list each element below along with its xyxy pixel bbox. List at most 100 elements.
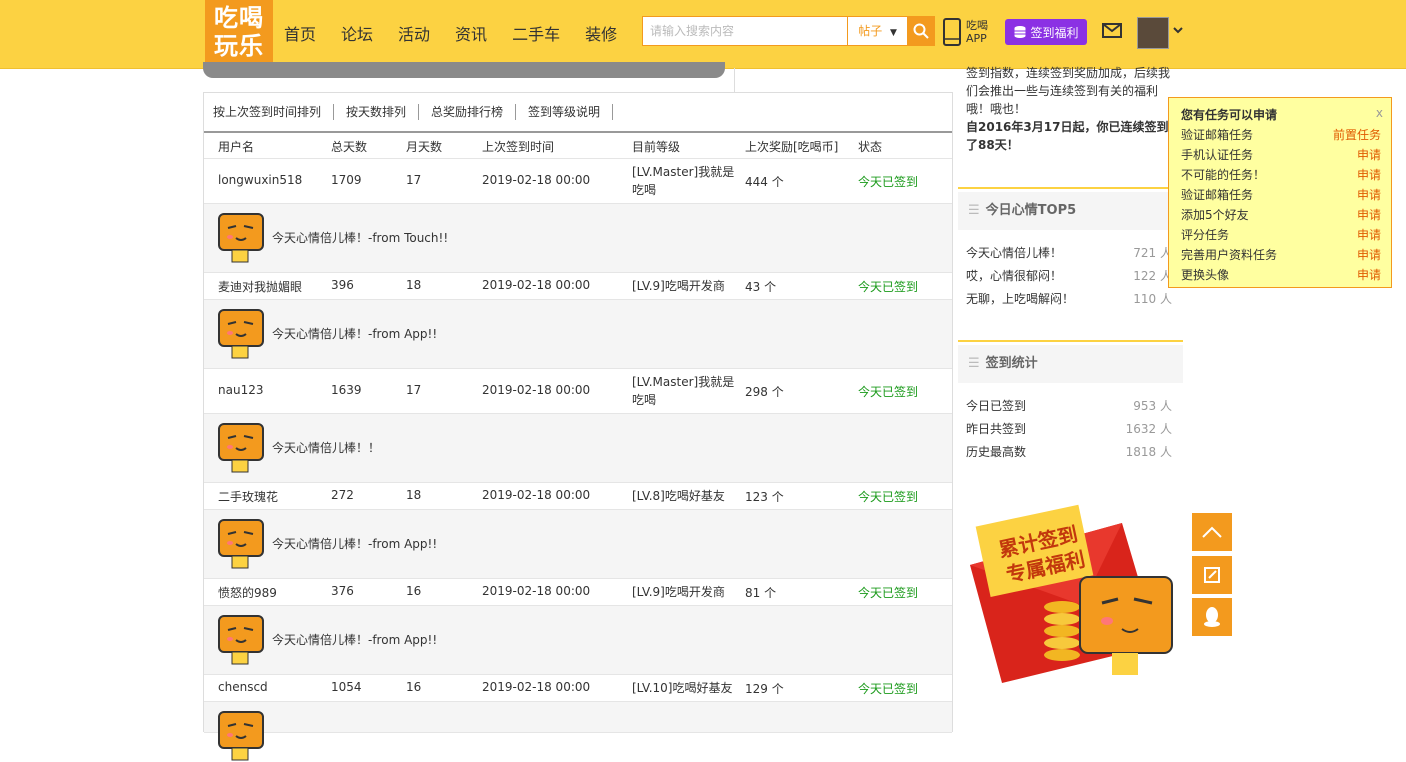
mood-top5-value: 110 人 xyxy=(1133,292,1172,306)
sign-welfare-promo[interactable]: 累计签到 专属福利 xyxy=(962,495,1184,685)
sign-welfare-button[interactable]: 签到福利 xyxy=(1005,19,1087,45)
task-apply-link[interactable]: 申请 xyxy=(1357,246,1381,263)
qq-icon xyxy=(1204,607,1220,627)
nav-activity[interactable]: 活动 xyxy=(398,21,430,45)
task-apply-link[interactable]: 申请 xyxy=(1357,226,1381,243)
table-row: chenscd 1054 16 2019-02-18 00:00 [LV.10]吃喝好基… xyxy=(204,675,952,702)
user-avatar[interactable] xyxy=(1137,17,1169,49)
site-header: 吃喝 玩乐 首页 论坛 活动 资讯 二手车 装修 请输入搜索内容 帖子 ▼ 吃喝… xyxy=(0,0,1406,69)
cell-username[interactable]: chenscd xyxy=(218,680,268,694)
divider xyxy=(734,68,735,92)
task-name[interactable]: 更换头像 xyxy=(1181,268,1229,282)
cell-month-days: 16 xyxy=(406,584,422,598)
table-row: longwuxin518 1709 17 2019-02-18 00:00 [LV.Ma… xyxy=(204,159,952,204)
logo-line2: 玩乐 xyxy=(214,32,264,60)
task-name[interactable]: 评分任务 xyxy=(1181,228,1229,242)
site-logo[interactable]: 吃喝 玩乐 xyxy=(205,0,273,66)
cell-status: 今天已签到 xyxy=(858,385,919,399)
task-item: 验证邮箱任务 申请 xyxy=(1181,186,1381,203)
search-scope-select[interactable]: 帖子 ▼ xyxy=(847,16,908,46)
cell-level: [LV.Master]我就是吃喝 xyxy=(632,165,735,197)
task-apply-link[interactable]: 前置任务 xyxy=(1333,126,1381,143)
mascot-avatar-icon xyxy=(218,309,264,359)
cell-total-days: 1054 xyxy=(331,680,362,694)
mood-top5-title-text: 今日心情TOP5 xyxy=(985,203,1077,218)
tab-level-info[interactable]: 签到等级说明 xyxy=(516,104,614,120)
search-button[interactable] xyxy=(907,16,935,46)
task-name[interactable]: 手机认证任务 xyxy=(1181,148,1253,162)
mood-row: 今天心情倍儿棒！！ xyxy=(204,414,952,483)
sign-stats-value: 1818 人 xyxy=(1125,445,1172,459)
divider xyxy=(958,187,1183,189)
search-input[interactable]: 请输入搜索内容 xyxy=(642,16,848,46)
cell-status: 今天已签到 xyxy=(858,682,919,696)
task-name[interactable]: 添加5个好友 xyxy=(1181,208,1249,222)
nav-news[interactable]: 资讯 xyxy=(455,21,487,45)
cell-level: [LV.8]吃喝好基友 xyxy=(632,489,725,503)
task-name[interactable]: 验证邮箱任务 xyxy=(1181,188,1253,202)
app-label-line1: 吃喝 xyxy=(966,19,988,32)
sign-stats-title-text: 签到统计 xyxy=(985,356,1038,371)
sign-stats-value: 953 人 xyxy=(1133,399,1172,413)
cell-last-time: 2019-02-18 00:00 xyxy=(482,488,591,502)
task-name[interactable]: 验证邮箱任务 xyxy=(1181,128,1253,142)
top-progress-bar xyxy=(203,62,725,78)
cell-last-time: 2019-02-18 00:00 xyxy=(482,584,591,598)
coin-stack-icon xyxy=(1014,26,1026,38)
cell-username[interactable]: longwuxin518 xyxy=(218,173,302,187)
task-name[interactable]: 完善用户资料任务 xyxy=(1181,248,1277,262)
close-icon[interactable]: x xyxy=(1376,106,1383,120)
cell-last-time: 2019-02-18 00:00 xyxy=(482,173,591,187)
cell-username[interactable]: 愤怒的989 xyxy=(218,584,277,601)
cell-reward: 43 个 xyxy=(745,280,777,294)
divider xyxy=(958,340,1183,342)
post-button[interactable] xyxy=(1192,556,1232,594)
task-name[interactable]: 不可能的任务！ xyxy=(1181,168,1265,182)
mood-text: 今天心情倍儿棒！-from App!! xyxy=(272,327,438,341)
tab-sort-days[interactable]: 按天数排列 xyxy=(334,104,420,120)
cell-username[interactable]: nau123 xyxy=(218,383,263,397)
cell-total-days: 396 xyxy=(331,278,354,292)
mood-top5-item: 哎，心情很郁闷！ 122 人 xyxy=(966,267,1172,284)
cell-status: 今天已签到 xyxy=(858,586,919,600)
app-download-link[interactable]: 吃喝 APP xyxy=(943,18,988,46)
chevron-down-icon[interactable] xyxy=(1172,25,1184,35)
task-item: 评分任务 申请 xyxy=(1181,226,1381,243)
cell-total-days: 1639 xyxy=(331,383,362,397)
cell-reward: 129 个 xyxy=(745,682,784,696)
table-row: nau123 1639 17 2019-02-18 00:00 [LV.Master]我… xyxy=(204,369,952,414)
mood-top5-item: 无聊，上吃喝解闷！ 110 人 xyxy=(966,290,1172,307)
cell-reward: 444 个 xyxy=(745,175,784,189)
nav-forum[interactable]: 论坛 xyxy=(341,21,373,45)
mood-row: 今天心情倍儿棒！-from App!! xyxy=(204,300,952,369)
chevron-up-icon xyxy=(1202,526,1222,538)
mail-icon[interactable] xyxy=(1102,23,1122,38)
signin-note: 签到指数，连续签到奖励加成，后续我们会推出一些与连续签到有关的福利哦！哦也！ xyxy=(966,66,1171,116)
search-scope-label: 帖子 xyxy=(858,24,883,38)
tab-sort-last-time[interactable]: 按上次签到时间排列 xyxy=(204,104,335,120)
qq-contact-button[interactable] xyxy=(1192,598,1232,636)
task-apply-link[interactable]: 申请 xyxy=(1357,146,1381,163)
task-apply-link[interactable]: 申请 xyxy=(1357,166,1381,183)
task-apply-link[interactable]: 申请 xyxy=(1357,206,1381,223)
mascot-avatar-icon xyxy=(218,519,264,569)
tab-total-reward[interactable]: 总奖励排行榜 xyxy=(419,104,517,120)
cell-username[interactable]: 麦迪对我抛媚眼 xyxy=(218,278,302,295)
cell-month-days: 17 xyxy=(406,383,422,397)
task-apply-link[interactable]: 申请 xyxy=(1357,186,1381,203)
cell-reward: 123 个 xyxy=(745,490,784,504)
task-apply-link[interactable]: 申请 xyxy=(1357,266,1381,283)
sign-stats-label: 昨日共签到 xyxy=(966,422,1027,436)
nav-home[interactable]: 首页 xyxy=(284,21,316,45)
nav-decoration[interactable]: 装修 xyxy=(585,21,617,45)
cell-last-time: 2019-02-18 00:00 xyxy=(482,680,591,694)
cell-last-time: 2019-02-18 00:00 xyxy=(482,278,591,292)
back-to-top-button[interactable] xyxy=(1192,513,1232,551)
table-row: 麦迪对我抛媚眼 396 18 2019-02-18 00:00 [LV.9]吃喝开发商 4… xyxy=(204,273,952,300)
nav-used-car[interactable]: 二手车 xyxy=(512,21,560,45)
cell-username[interactable]: 二手玫瑰花 xyxy=(218,488,278,505)
mood-row: 今天心情倍儿棒！-from App!! xyxy=(204,510,952,579)
mood-text: 今天心情倍儿棒！-from App!! xyxy=(272,633,438,647)
cell-total-days: 1709 xyxy=(331,173,362,187)
col-month-days: 月天数 xyxy=(406,140,443,154)
